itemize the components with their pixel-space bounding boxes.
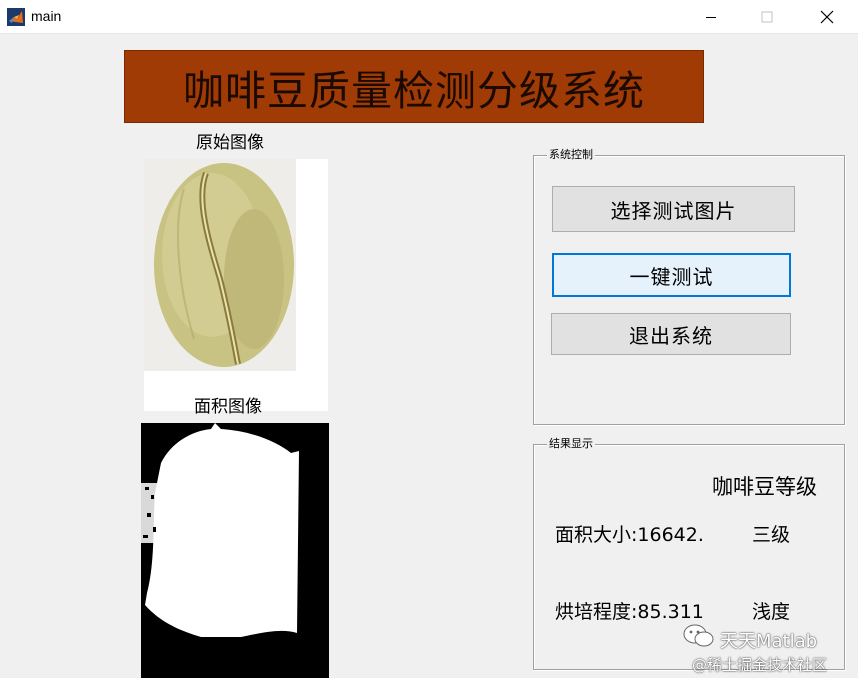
- one-click-test-button[interactable]: 一键测试: [552, 253, 791, 297]
- coffee-grade-heading: 咖啡豆等级: [712, 475, 817, 499]
- result-panel-label: 结果显示: [547, 437, 595, 450]
- system-title: 咖啡豆质量检测分级系统: [183, 66, 645, 115]
- control-panel-label: 系统控制: [547, 148, 595, 161]
- system-title-banner: 咖啡豆质量检测分级系统: [124, 50, 704, 123]
- exit-system-button[interactable]: 退出系统: [551, 313, 791, 355]
- window-title: main: [31, 8, 62, 24]
- minimize-icon: [706, 17, 716, 18]
- roast-grade-value: 浅度: [752, 601, 791, 623]
- original-image-axes: [144, 159, 328, 411]
- roast-degree-value: 烘培程度:85.311: [555, 601, 704, 623]
- maximize-button[interactable]: [744, 0, 790, 34]
- area-grade-value: 三级: [752, 524, 791, 546]
- original-image-title: 原始图像: [196, 133, 264, 153]
- close-button[interactable]: [804, 0, 850, 34]
- maximize-icon: [761, 11, 773, 23]
- coffee-bean-image: [144, 159, 296, 371]
- select-test-image-button[interactable]: 选择测试图片: [552, 186, 795, 232]
- matlab-logo-icon: [7, 8, 25, 26]
- area-size-value: 面积大小:16642.: [555, 524, 704, 546]
- watermark-title: 天天Matlab: [720, 631, 818, 652]
- close-icon: [820, 10, 834, 24]
- area-image-title: 面积图像: [194, 397, 262, 417]
- wechat-icon: [683, 624, 714, 647]
- window-titlebar: main: [0, 0, 858, 34]
- watermark-subtitle: @稀土掘金技术社区: [692, 656, 828, 674]
- area-image-axes: [141, 423, 329, 678]
- minimize-button[interactable]: [688, 0, 734, 34]
- binary-area-image: [141, 423, 299, 637]
